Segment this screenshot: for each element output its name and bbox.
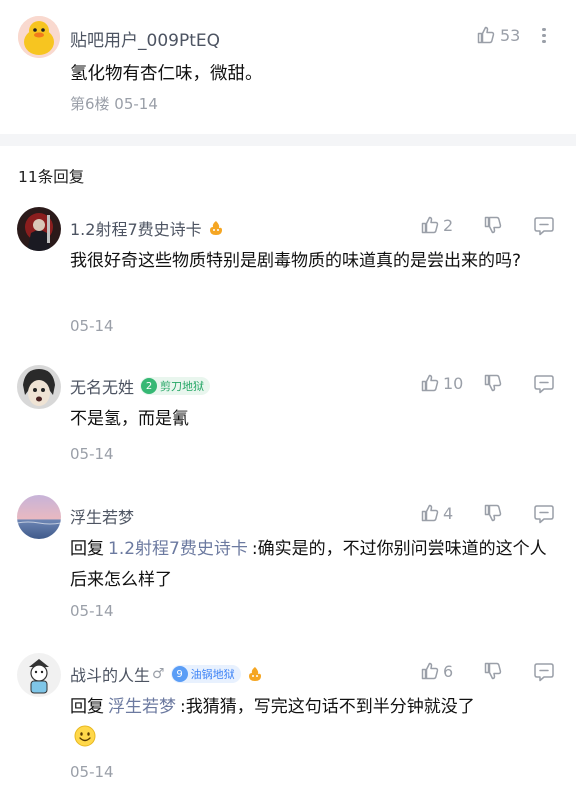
more-options-icon[interactable] bbox=[538, 25, 550, 47]
thumbs-up-icon bbox=[421, 662, 439, 680]
reply-username[interactable]: 浮生若梦 bbox=[70, 504, 134, 528]
fire-badge-icon bbox=[247, 666, 263, 682]
like-count: 6 bbox=[443, 661, 454, 681]
thumbs-up-icon bbox=[477, 26, 495, 44]
post-like-count: 53 bbox=[500, 25, 521, 45]
reply-username[interactable]: 1.2射程7费史诗卡 bbox=[70, 216, 202, 240]
like-button[interactable]: 10 bbox=[420, 373, 463, 393]
avatar[interactable] bbox=[17, 653, 61, 697]
reply-text-block: 回复 1.2射程7费史诗卡:确实是的，不过你别问尝味道的这个人后来怎么样了 bbox=[70, 534, 560, 596]
comment-icon bbox=[534, 375, 554, 394]
list-item: 无名无姓 2 剪刀地狱 10 不是氢，而是氰 05-14 bbox=[0, 365, 576, 465]
reply-actions: 2 bbox=[420, 215, 560, 239]
thumbs-down-icon bbox=[484, 662, 502, 680]
dislike-button[interactable] bbox=[483, 661, 503, 681]
reply-username-row: 浮生若梦 bbox=[70, 504, 134, 528]
list-item: 战斗的人生 ♂ 9 油锅地狱 6 回复 浮生若梦:我猜猜，写完这句话不到半分钟… bbox=[0, 653, 576, 793]
reply-date: 05-14 bbox=[70, 763, 114, 781]
like-count: 10 bbox=[443, 373, 464, 393]
level-badge: 9 油锅地狱 bbox=[170, 665, 241, 683]
reply-actions: 10 bbox=[420, 373, 560, 397]
comment-icon bbox=[534, 663, 554, 682]
like-count: 4 bbox=[443, 503, 454, 523]
reply-date: 05-14 bbox=[70, 317, 114, 335]
dislike-button[interactable] bbox=[483, 373, 503, 393]
avatar[interactable] bbox=[18, 16, 60, 58]
like-button[interactable]: 4 bbox=[420, 503, 453, 523]
reply-label: 回复 bbox=[70, 697, 104, 717]
list-item: 浮生若梦 4 回复 1.2射程7费史诗卡:确实是的，不过你别问尝味道的这个人后来怎… bbox=[0, 495, 576, 625]
reply-label: 回复 bbox=[70, 539, 104, 559]
comment-icon bbox=[534, 217, 554, 236]
face-avatar-icon bbox=[17, 365, 61, 409]
sunset-avatar-icon bbox=[17, 495, 61, 539]
list-item: 1.2射程7费史诗卡 2 我很好奇这些物质特别是剧毒物质的味道真的是尝出来的吗?… bbox=[0, 207, 576, 337]
post-floor-date: 第6楼 05-14 bbox=[70, 95, 158, 113]
reply-text-block: 回复 浮生若梦:我猜猜，写完这句话不到半分钟就没了 bbox=[70, 692, 560, 723]
reply-username[interactable]: 战斗的人生 bbox=[70, 662, 150, 686]
badge-level: 2 bbox=[141, 378, 158, 394]
thumbs-down-icon bbox=[484, 216, 502, 234]
reply-text: :我猜猜，写完这句话不到半分钟就没了 bbox=[180, 697, 475, 717]
dislike-button[interactable] bbox=[483, 215, 503, 235]
badge-text: 油锅地狱 bbox=[190, 668, 235, 681]
thumbs-down-icon bbox=[484, 504, 502, 522]
thumbs-up-icon bbox=[421, 504, 439, 522]
reply-text: 我很好奇这些物质特别是剧毒物质的味道真的是尝出来的吗? bbox=[70, 251, 522, 271]
cartoon-avatar-icon bbox=[17, 653, 61, 697]
reply-date: 05-14 bbox=[70, 602, 114, 620]
badge-level: 9 bbox=[171, 666, 188, 682]
reply-text: 不是氢，而是氰 bbox=[70, 409, 189, 429]
thumbs-up-icon bbox=[421, 374, 439, 392]
reply-actions: 6 bbox=[420, 661, 560, 685]
section-divider bbox=[0, 134, 576, 146]
reply-count: 11条回复 bbox=[18, 168, 85, 186]
dislike-button[interactable] bbox=[483, 503, 503, 523]
reply-actions: 4 bbox=[420, 503, 560, 527]
reply-date: 05-14 bbox=[70, 445, 114, 463]
reply-username[interactable]: 无名无姓 bbox=[70, 374, 134, 398]
fire-badge-icon bbox=[208, 220, 224, 236]
thumbs-up-icon bbox=[421, 216, 439, 234]
comment-button[interactable] bbox=[533, 373, 555, 395]
like-button[interactable]: 6 bbox=[420, 661, 453, 681]
post-text: 氢化物有杏仁味，微甜。 bbox=[70, 64, 263, 84]
reply-to-username[interactable]: 浮生若梦 bbox=[108, 697, 176, 717]
gender-male-icon: ♂ bbox=[152, 666, 165, 682]
like-button[interactable]: 2 bbox=[420, 215, 453, 235]
post-username[interactable]: 贴吧用户_009PtEQ bbox=[70, 26, 220, 51]
level-badge: 2 剪刀地狱 bbox=[140, 377, 211, 395]
avatar[interactable] bbox=[17, 207, 61, 251]
reply-username-row: 战斗的人生 ♂ 9 油锅地狱 bbox=[70, 662, 263, 686]
warrior-avatar-icon bbox=[17, 207, 61, 251]
smiley-emoji-icon bbox=[74, 725, 96, 747]
comment-button[interactable] bbox=[533, 661, 555, 683]
avatar[interactable] bbox=[17, 365, 61, 409]
like-count: 2 bbox=[443, 215, 454, 235]
avatar[interactable] bbox=[17, 495, 61, 539]
comment-icon bbox=[534, 505, 554, 524]
reply-username-row: 1.2射程7费史诗卡 bbox=[70, 216, 224, 240]
reply-to-username[interactable]: 1.2射程7费史诗卡 bbox=[108, 539, 248, 559]
reply-username-row: 无名无姓 2 剪刀地狱 bbox=[70, 374, 211, 398]
post-like-button[interactable]: 53 bbox=[476, 25, 520, 45]
badge-text: 剪刀地狱 bbox=[160, 380, 205, 393]
comment-button[interactable] bbox=[533, 503, 555, 525]
duck-avatar-icon bbox=[18, 16, 60, 58]
comment-button[interactable] bbox=[533, 215, 555, 237]
thumbs-down-icon bbox=[484, 374, 502, 392]
main-post: 贴吧用户_009PtEQ 氢化物有杏仁味，微甜。 第6楼 05-14 53 bbox=[0, 0, 576, 134]
